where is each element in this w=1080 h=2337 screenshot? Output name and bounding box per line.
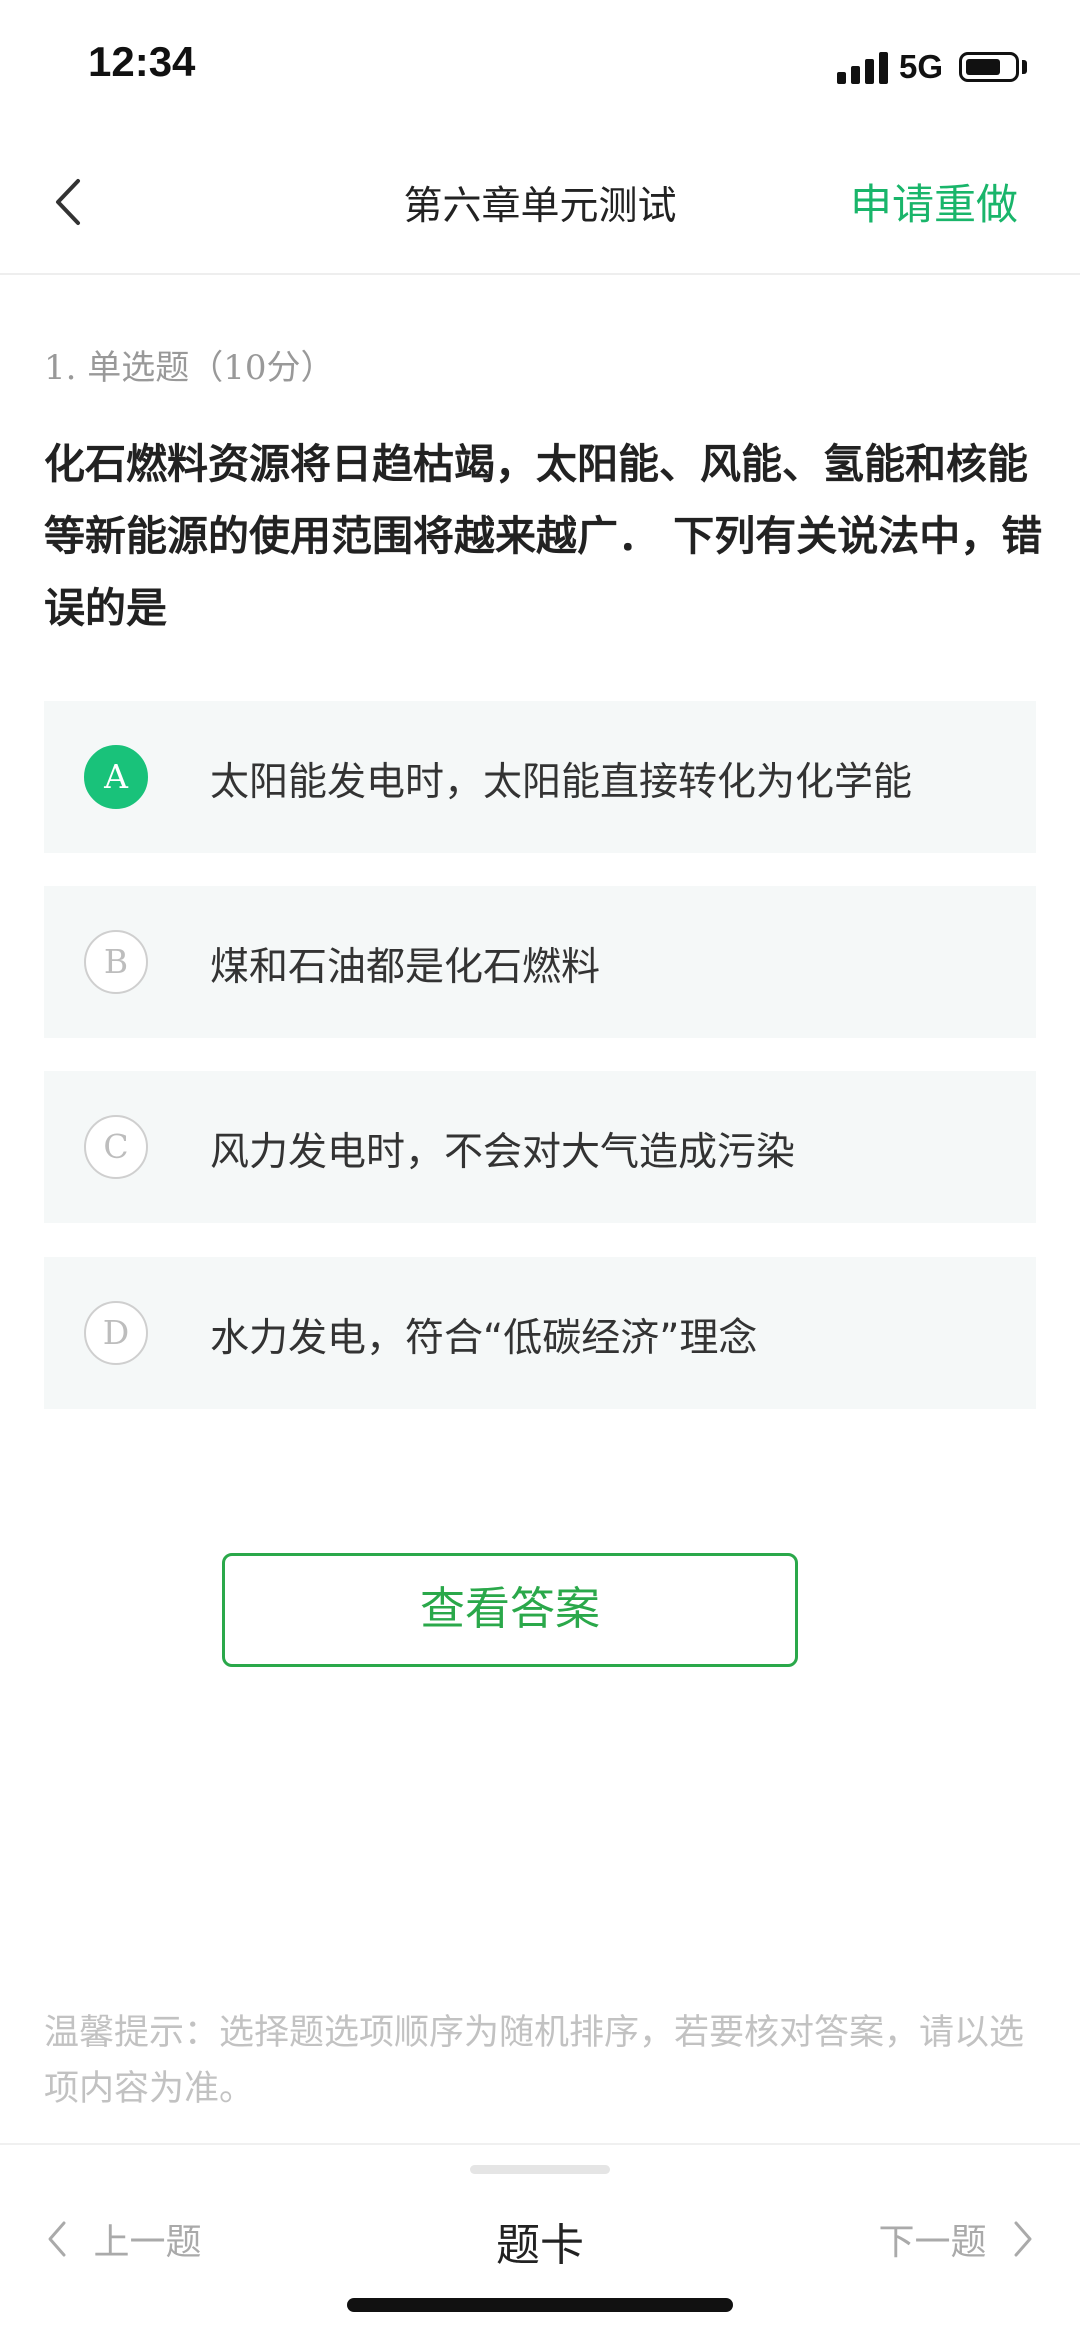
nav-bar: 第六章单元测试 申请重做 bbox=[0, 135, 1080, 275]
tip-text: 温馨提示：选择题选项顺序为随机排序，若要核对答案，请以选项内容为准。 bbox=[44, 2013, 1025, 2109]
question-text: 化石燃料资源将日趋枯竭，太阳能、风能、氢能和核能等新能源的使用范围将越来越广． … bbox=[44, 440, 1043, 632]
option-a[interactable]: A 太阳能发电时，太阳能直接转化为化学能 bbox=[44, 701, 1036, 853]
option-text-d: 水力发电，符合“低碳经济”理念 bbox=[210, 1316, 758, 1361]
question-meta: 1. 单选题（10分） bbox=[44, 348, 335, 388]
option-letter-b: B bbox=[84, 930, 148, 994]
option-b[interactable]: B 煤和石油都是化石燃料 bbox=[44, 886, 1036, 1038]
status-time: 12:34 bbox=[88, 38, 196, 85]
option-text-b: 煤和石油都是化石燃料 bbox=[210, 945, 601, 990]
view-answer-button[interactable]: 查看答案 bbox=[222, 1553, 798, 1667]
request-redo-button[interactable]: 申请重做 bbox=[850, 171, 1018, 232]
home-indicator[interactable] bbox=[347, 2298, 733, 2312]
network-type: 5G bbox=[899, 48, 944, 85]
drag-handle[interactable] bbox=[470, 2165, 610, 2174]
option-c[interactable]: C 风力发电时，不会对大气造成污染 bbox=[44, 1071, 1036, 1223]
option-text-a: 太阳能发电时，太阳能直接转化为化学能 bbox=[210, 760, 913, 805]
back-button[interactable] bbox=[40, 167, 100, 237]
next-question-button[interactable]: 下一题 bbox=[879, 2213, 1036, 2265]
option-letter-c: C bbox=[84, 1115, 148, 1179]
signal-icon bbox=[837, 52, 889, 84]
battery-cap bbox=[1022, 60, 1027, 74]
option-text-c: 风力发电时，不会对大气造成污染 bbox=[210, 1130, 796, 1175]
quiz-page: 12:34 5G 第六章单元测试 申请重做 1. 单选题（10分） 化石燃料资源… bbox=[0, 0, 1080, 2337]
battery-icon bbox=[959, 52, 1019, 82]
status-bar: 12:34 5G bbox=[0, 0, 1080, 135]
chevron-right-icon bbox=[1014, 2221, 1032, 2257]
option-d[interactable]: D 水力发电，符合“低碳经济”理念 bbox=[44, 1257, 1036, 1409]
question-card-label: 题卡 bbox=[496, 2220, 584, 2271]
option-letter-d: D bbox=[84, 1301, 148, 1365]
next-question-label: 下一题 bbox=[878, 2222, 987, 2263]
option-letter-a: A bbox=[84, 745, 148, 809]
chevron-left-icon bbox=[56, 179, 80, 225]
